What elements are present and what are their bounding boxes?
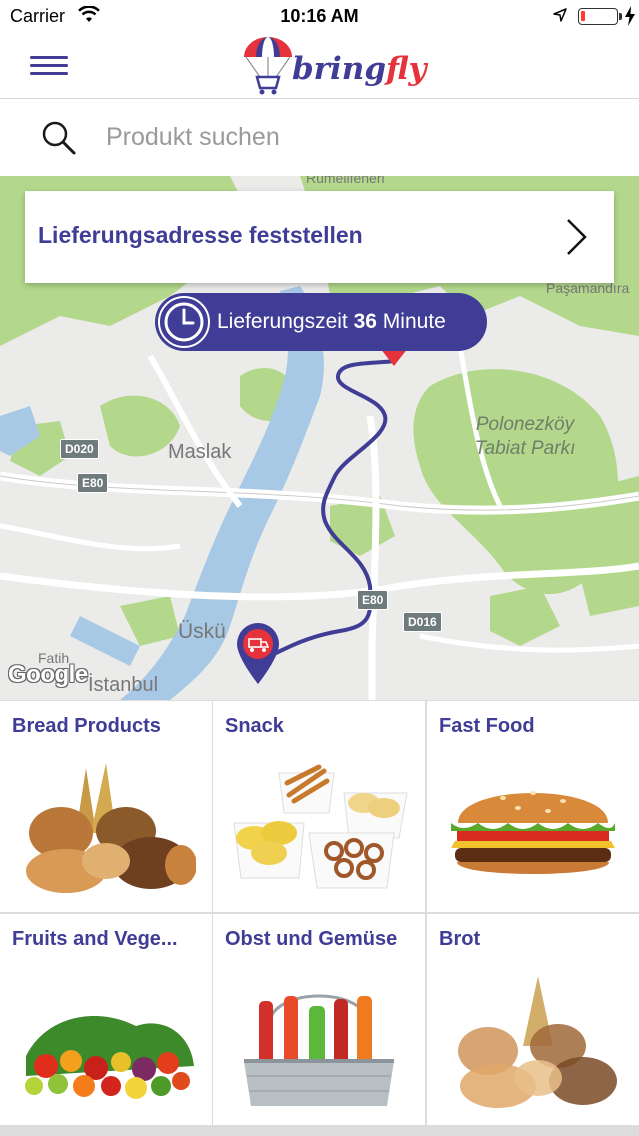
bread-image	[458, 976, 617, 1108]
map-label-rumelifeneri: Rumelifeneri	[306, 176, 385, 186]
battery-icon	[578, 8, 618, 25]
delivery-address-button[interactable]: Lieferungsadresse feststellen	[25, 191, 614, 283]
road-shield-e80-east: E80	[357, 590, 389, 610]
logo-wordmark: bringfly	[292, 51, 427, 87]
map-label-maslak: Maslak	[168, 441, 232, 463]
map-label-istanbul: İstanbul	[88, 674, 159, 696]
chevron-right-icon	[567, 219, 587, 255]
category-grid: Bread Products Snack Fast Food Fruits an…	[0, 700, 639, 1136]
category-tile-obst-und-gemuese[interactable]: Obst und Gemüse	[213, 914, 425, 1125]
clock-icon	[158, 296, 210, 348]
clock-time: 10:16 AM	[280, 6, 359, 26]
search-input[interactable]	[106, 117, 606, 157]
road-shield-d016: D016	[403, 612, 442, 632]
status-bar: Carrier 10:16 AM	[0, 0, 639, 32]
location-arrow-icon	[553, 8, 567, 22]
category-name: Snack	[225, 715, 284, 737]
search-bar	[0, 99, 639, 176]
drinks-bucket-image	[244, 994, 394, 1106]
map-label-uskudar: Üskü	[178, 620, 226, 643]
category-tile-fast-food[interactable]: Fast Food	[427, 701, 639, 912]
category-tile-bread-products[interactable]: Bread Products	[0, 701, 212, 912]
search-icon[interactable]	[40, 119, 78, 157]
category-tile-fruits-vegetables[interactable]: Fruits and Vege...	[0, 914, 212, 1125]
delivery-time-badge: Lieferungszeit 36 Minute	[155, 293, 487, 351]
hamburger-menu-icon[interactable]	[24, 50, 72, 82]
category-tile-snack[interactable]: Snack	[213, 701, 425, 912]
map-label-polonezkoy: Polonezköy Tabiat Parkı	[474, 414, 576, 459]
bread-products-image	[26, 763, 196, 893]
fruits-vegetables-image	[25, 1016, 194, 1099]
category-name: Fast Food	[439, 715, 535, 737]
snack-image	[233, 764, 408, 889]
category-name: Fruits and Vege...	[12, 928, 178, 950]
parachute-cart-icon	[244, 37, 292, 95]
road-shield-d020: D020	[60, 439, 99, 459]
navigation-bar: bringfly	[0, 32, 639, 98]
road-shield-e80-west: E80	[77, 473, 109, 493]
category-name: Bread Products	[12, 715, 161, 737]
charging-bolt-icon	[625, 6, 635, 26]
delivery-time-text: Lieferungszeit 36 Minute	[217, 310, 446, 333]
store-location-pin-icon[interactable]	[233, 620, 283, 686]
category-tile-brot[interactable]: Brot	[427, 914, 639, 1125]
burger-image	[451, 791, 615, 874]
bringfly-logo: bringfly	[240, 35, 427, 95]
category-name: Brot	[439, 928, 481, 950]
delivery-address-label: Lieferungsadresse feststellen	[38, 222, 363, 248]
category-name: Obst und Gemüse	[225, 928, 398, 950]
google-attribution-logo: Google	[8, 661, 88, 688]
battery-tip	[619, 13, 622, 20]
delivery-map[interactable]: Maslak Polonezköy Tabiat Parkı Üskü Fatih…	[0, 176, 639, 700]
